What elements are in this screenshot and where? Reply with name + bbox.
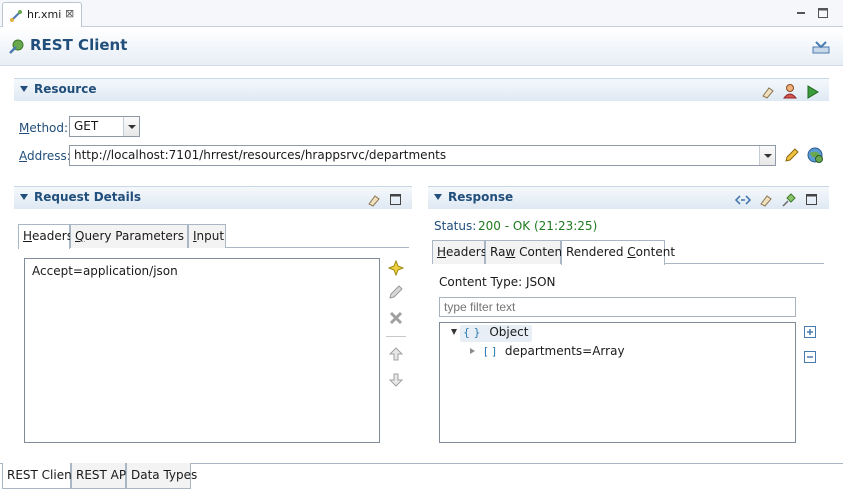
minimize-icon[interactable] <box>794 6 808 20</box>
tab-request-headers[interactable]: Headers <box>18 224 73 249</box>
method-label: Method: <box>19 121 69 135</box>
tree-node-object[interactable]: { } Object <box>460 325 533 342</box>
collapse-icon[interactable] <box>434 194 442 200</box>
request-details-section-header[interactable]: Request Details <box>14 186 412 209</box>
run-icon[interactable] <box>804 84 820 100</box>
filter-input[interactable] <box>439 297 796 317</box>
response-title: Response <box>448 190 514 204</box>
tab-rendered-content[interactable]: Rendered Content <box>561 240 675 265</box>
editor-tab-strip <box>0 0 843 27</box>
method-value: GET <box>74 119 99 133</box>
tab-query-parameters[interactable]: Query Parameters <box>70 224 188 248</box>
format-icon[interactable] <box>735 192 751 208</box>
tab-data-types[interactable]: Data Types <box>126 463 197 489</box>
close-tab-icon[interactable]: ⊠ <box>65 8 74 20</box>
resource-section-title: Resource <box>34 82 97 96</box>
editor-tab-label: hr.xmi <box>27 8 62 21</box>
list-item[interactable]: Accept=application/json <box>32 264 178 278</box>
pin-icon[interactable] <box>781 192 797 208</box>
maximize-icon[interactable] <box>389 193 405 209</box>
chevron-down-icon[interactable] <box>123 117 139 136</box>
tab-raw-content[interactable]: Raw Content <box>485 240 567 264</box>
rest-client-icon <box>8 38 25 55</box>
globe-icon[interactable] <box>806 146 824 164</box>
move-up-icon[interactable] <box>388 346 404 362</box>
object-icon: { } <box>463 326 481 339</box>
clear-icon[interactable] <box>760 84 776 100</box>
tab-response-headers[interactable]: Headers <box>432 240 487 264</box>
address-value: http://localhost:7101/hrrest/resources/h… <box>74 148 447 162</box>
edit-address-icon[interactable] <box>784 147 800 163</box>
status-value: 200 - OK (21:23:25) <box>478 219 598 233</box>
clear-icon[interactable] <box>758 192 774 208</box>
export-icon[interactable] <box>812 40 830 54</box>
maximize-icon[interactable] <box>805 193 821 209</box>
edit-header-icon[interactable] <box>388 284 404 300</box>
rest-file-icon <box>9 9 23 23</box>
request-details-title: Request Details <box>34 190 142 204</box>
response-tabs: Headers Raw Content Rendered Content <box>432 240 824 265</box>
tree-collapsed-icon[interactable] <box>470 348 475 354</box>
chevron-down-icon[interactable] <box>759 146 775 165</box>
maximize-icon[interactable] <box>816 6 830 20</box>
status-label: Status: <box>434 219 477 233</box>
method-select[interactable]: GET <box>69 116 140 137</box>
array-icon: [ ] <box>484 345 497 358</box>
toolbar-separator <box>386 336 406 337</box>
collapse-icon[interactable] <box>20 86 28 92</box>
authentication-icon[interactable] <box>782 83 798 99</box>
tab-rest-client[interactable]: REST Client <box>2 463 76 489</box>
tab-rest-api[interactable]: REST API <box>71 463 130 489</box>
collapse-all-icon[interactable] <box>803 350 819 366</box>
request-tabs: Headers Query Parameters Input <box>18 224 409 249</box>
tree-node-departments[interactable]: [ ] departments=Array <box>484 344 625 358</box>
tree-node-label: Object <box>489 325 529 339</box>
response-tree[interactable]: { } Object [ ] departments=Array <box>439 322 796 443</box>
clear-icon[interactable] <box>366 192 382 208</box>
address-combo[interactable]: http://localhost:7101/hrrest/resources/h… <box>69 145 776 166</box>
expand-all-icon[interactable] <box>803 325 819 341</box>
tab-input[interactable]: Input <box>188 224 226 248</box>
move-down-icon[interactable] <box>388 372 404 388</box>
editor-tab-hr-xmi[interactable]: hr.xmi ⊠ <box>2 2 82 27</box>
add-header-icon[interactable] <box>388 260 404 276</box>
request-headers-list[interactable]: Accept=application/json <box>24 258 380 443</box>
remove-header-icon[interactable] <box>388 310 404 326</box>
address-label: Address: <box>19 149 71 163</box>
page-title: REST Client <box>30 36 128 54</box>
content-type-label: Content Type: JSON <box>439 275 556 289</box>
tree-node-label: departments=Array <box>504 344 625 358</box>
tree-expanded-icon[interactable] <box>451 329 457 335</box>
collapse-icon[interactable] <box>20 194 28 200</box>
resource-section-header[interactable]: Resource <box>14 78 829 101</box>
